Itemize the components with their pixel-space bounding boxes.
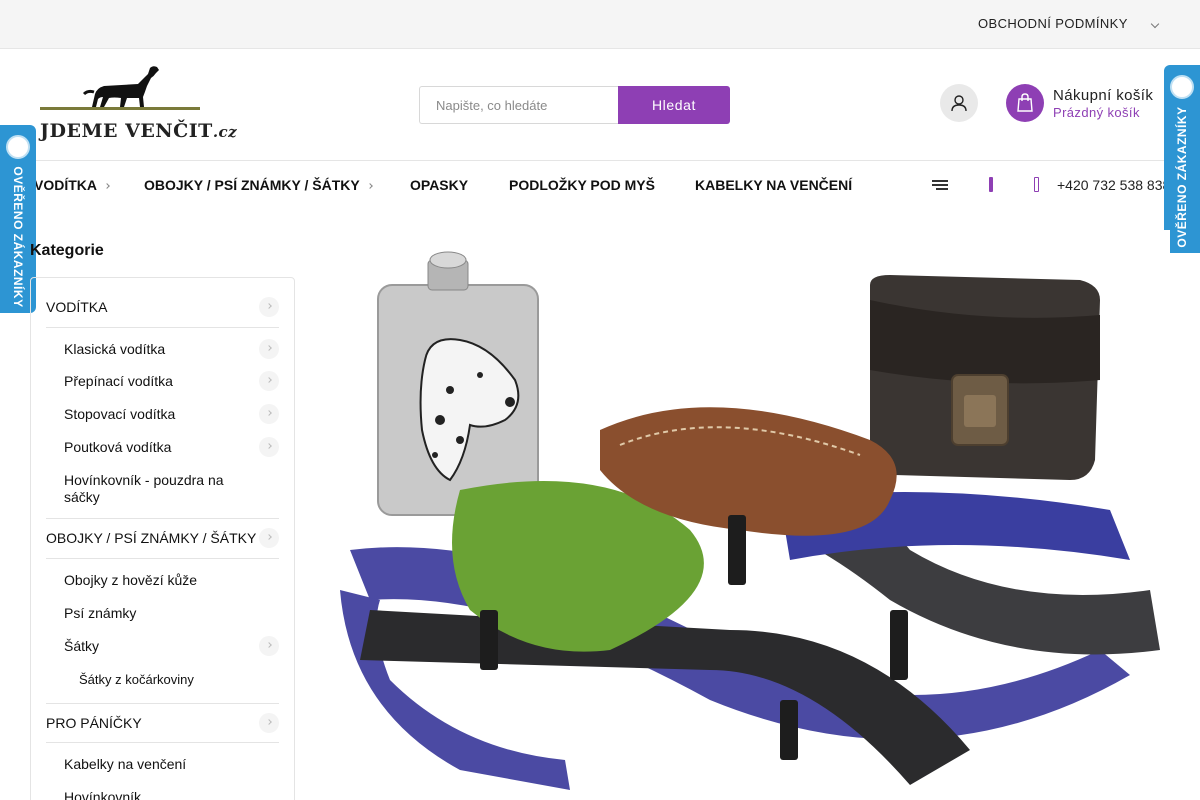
- subcategory-hovinkovnik-2[interactable]: Hovínkovník: [64, 789, 279, 800]
- chevron-right-icon: [104, 183, 110, 189]
- hamburger-icon[interactable]: [932, 180, 948, 190]
- cart-button[interactable]: [1006, 84, 1044, 122]
- terms-link[interactable]: OBCHODNÍ PODMÍNKY: [978, 16, 1128, 31]
- product-collage-image: [340, 251, 1160, 790]
- nav-item-obojky[interactable]: OBOJKY / PSÍ ZNÁMKY / ŠÁTKY: [144, 177, 373, 193]
- leather-pouch-image: [870, 275, 1100, 480]
- category-obojky[interactable]: OBOJKY / PSÍ ZNÁMKY / ŠÁTKY: [46, 528, 279, 548]
- divider: [46, 703, 279, 704]
- search-button[interactable]: Hledat: [618, 86, 730, 124]
- badge-label: OVĚŘENO ZÁKAZNÍKY: [11, 166, 25, 308]
- chevron-down-icon[interactable]: [259, 713, 279, 733]
- chevron-down-icon[interactable]: [259, 404, 279, 424]
- shopping-bag-icon: [1017, 93, 1033, 112]
- chevron-down-icon[interactable]: [1150, 19, 1160, 29]
- account-button[interactable]: [940, 84, 978, 122]
- subcategory-hovinkovnik[interactable]: Hovínkovník - pouzdra na sáčky: [64, 472, 239, 506]
- chevron-down-icon[interactable]: [259, 437, 279, 457]
- nav-item-podlozky[interactable]: PODLOŽKY POD MYŠ: [509, 177, 655, 193]
- phone-icon[interactable]: [1034, 177, 1039, 192]
- subcategory-prepinaci[interactable]: Přepínací vodítka: [64, 371, 279, 391]
- divider: [46, 742, 279, 743]
- subcategory-obojky-kuze[interactable]: Obojky z hovězí kůže: [64, 572, 279, 588]
- email-icon[interactable]: [989, 177, 993, 192]
- category-pro-panicky[interactable]: PRO PÁNÍČKY: [46, 713, 279, 733]
- logo-wordmark: JDEME VENČIT.cz: [40, 120, 238, 142]
- chevron-down-icon[interactable]: [259, 528, 279, 548]
- chevron-down-icon[interactable]: [259, 339, 279, 359]
- divider: [46, 558, 279, 559]
- chevron-right-icon: [366, 183, 373, 189]
- phone-number[interactable]: +420 732 538 838: [1057, 177, 1170, 193]
- seal-icon: [6, 135, 30, 159]
- badge-label: OVĚŘENO ZÁKAZNÍKY: [1175, 106, 1189, 248]
- subcategory-kabelky[interactable]: Kabelky na venčení: [64, 756, 279, 772]
- user-icon: [951, 95, 967, 112]
- cart-title[interactable]: Nákupní košík: [1053, 87, 1153, 104]
- site-logo[interactable]: JDEME VENČIT.cz: [40, 64, 237, 144]
- sidebar-title: Kategorie: [30, 242, 104, 259]
- nav-item-voditka[interactable]: VODÍTKA: [34, 177, 110, 193]
- chevron-down-icon[interactable]: [259, 297, 279, 317]
- subcategory-psi-znamky[interactable]: Psí známky: [64, 605, 279, 621]
- subcategory-satky[interactable]: Šátky: [64, 636, 279, 656]
- verified-badge-right[interactable]: OVĚŘENO ZÁKAZNÍKY: [1164, 65, 1200, 253]
- main-navigation: VODÍTKA OBOJKY / PSÍ ZNÁMKY / ŠÁTKY OPAS…: [0, 160, 1200, 210]
- nav-item-kabelky[interactable]: KABELKY NA VENČENÍ: [695, 177, 852, 193]
- subcategory-klasicka[interactable]: Klasická vodítka: [64, 339, 279, 359]
- chevron-down-icon[interactable]: [259, 371, 279, 391]
- category-voditka[interactable]: VODÍTKA: [46, 297, 279, 317]
- divider: [46, 518, 279, 519]
- search-input[interactable]: [419, 86, 619, 124]
- hero-banner[interactable]: [310, 230, 1170, 800]
- hip-flask-image: [377, 251, 539, 516]
- divider: [46, 327, 279, 328]
- top-bar: OBCHODNÍ PODMÍNKY: [0, 0, 1200, 49]
- cart-status[interactable]: Prázdný košík: [1053, 105, 1140, 120]
- subcategory-poutkova[interactable]: Poutková vodítka: [64, 437, 279, 457]
- subcategory-satky-kocarkovina[interactable]: Šátky z kočárkoviny: [79, 672, 194, 687]
- seal-icon: [1170, 75, 1194, 99]
- chevron-down-icon[interactable]: [259, 636, 279, 656]
- nav-item-opasky[interactable]: OPASKY: [410, 177, 468, 193]
- dog-logo-icon: [40, 66, 200, 110]
- subcategory-stopovaci[interactable]: Stopovací vodítka: [64, 404, 279, 424]
